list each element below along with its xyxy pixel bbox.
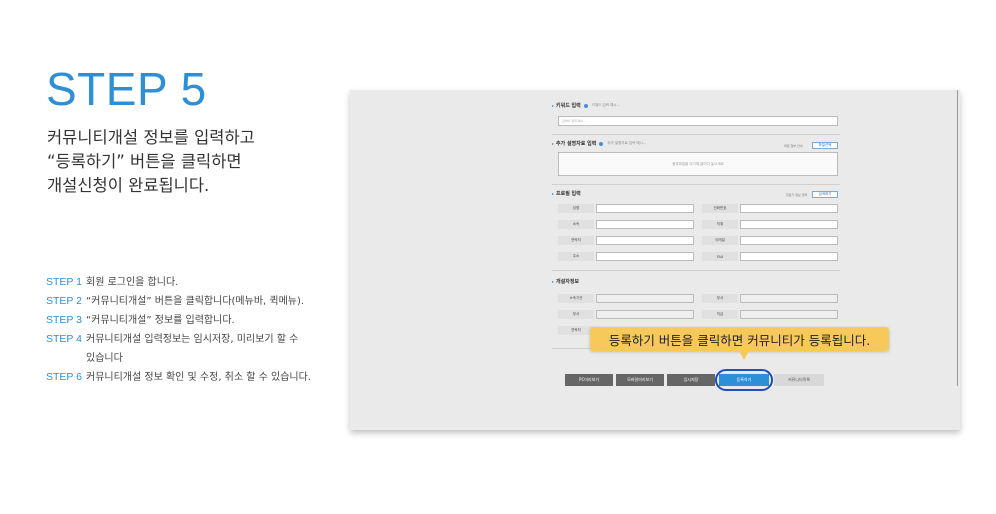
field-input[interactable]	[740, 220, 838, 229]
info-icon	[583, 103, 588, 108]
intro-line: 커뮤니티개설 정보를 입력하고	[47, 128, 255, 147]
field-input[interactable]	[596, 220, 694, 229]
field-label: 전화번호	[702, 204, 738, 213]
step-item: STEP 4 커뮤니티개설 입력정보는 임시저장, 미리보기 할 수	[46, 330, 346, 349]
step-title: STEP 5	[46, 63, 207, 115]
field-label: 소속기관	[558, 294, 594, 303]
step-item: STEP 1 회원 로그인을 합니다.	[46, 273, 346, 292]
highlight-ring	[715, 369, 773, 391]
panel-divider	[957, 90, 958, 386]
temp-save-button[interactable]: 임시저장	[667, 374, 715, 386]
file-drop-area[interactable]: 첨부파일을 여기에 끌어다 놓으세요	[558, 152, 838, 176]
file-select-button[interactable]: 파일선택	[812, 142, 838, 149]
step-label: STEP 4	[46, 333, 82, 345]
profile-section-header: ▸ 프로필 입력	[552, 190, 581, 197]
field-label: 직위	[702, 220, 738, 229]
step-text: 회원 로그인을 합니다.	[86, 277, 179, 288]
steps-list: STEP 1 회원 로그인을 합니다. STEP 2 “커뮤니티개설” 버튼을 클릭…	[46, 273, 346, 387]
bullet-icon: ▸	[552, 191, 555, 196]
divider	[552, 184, 840, 185]
field-label: 성명	[558, 204, 594, 213]
step-item: 있습니다	[46, 349, 346, 368]
step-text: “커뮤니티개설” 버튼을 클릭합니다(메뉴바, 퀵메뉴).	[86, 296, 305, 307]
section-title: 프로필 입력	[556, 191, 581, 197]
bullet-icon: ▸	[552, 141, 555, 146]
section-title: 개설자정보	[556, 279, 580, 285]
bullet-icon: ▸	[552, 279, 555, 284]
field-label: 직급	[702, 310, 738, 319]
callout-tail	[739, 351, 749, 360]
step-item: STEP 2 “커뮤니티개설” 버튼을 클릭합니다(메뉴바, 퀵메뉴).	[46, 292, 346, 311]
divider	[552, 134, 840, 135]
field-input[interactable]	[740, 252, 838, 261]
field-label: 이메일	[702, 236, 738, 245]
field-input[interactable]	[596, 252, 694, 261]
field-input[interactable]	[596, 294, 694, 303]
field-input[interactable]	[740, 294, 838, 303]
intro-line: 개설신청이 완료됩니다.	[47, 176, 210, 195]
keyword-section-header: ▸ 키워드 입력 키워드 입력 예시...	[552, 102, 620, 109]
mobile-preview-button[interactable]: 모바일미리보기	[616, 374, 664, 386]
profile-note: 전문가 정보 입력	[786, 193, 808, 197]
field-input[interactable]	[740, 310, 838, 319]
section-hint: 키워드 입력 예시...	[591, 103, 620, 107]
step-label: STEP 3	[46, 314, 82, 326]
field-input[interactable]	[740, 236, 838, 245]
field-input[interactable]	[596, 204, 694, 213]
field-label: 부서	[558, 310, 594, 319]
attachment-note: 파일 첨부 안내	[784, 144, 803, 148]
step-item: STEP 6 커뮤니티개설 정보 확인 및 수정, 취소 할 수 있습니다.	[46, 368, 346, 387]
field-label: 연락처	[558, 236, 594, 245]
step-label: STEP 6	[46, 371, 82, 383]
pc-preview-button[interactable]: PC미리보기	[565, 374, 613, 386]
step-text: “커뮤니티개설” 정보를 입력합니다.	[86, 315, 235, 326]
intro-line: “등록하기” 버튼을 클릭하면	[47, 152, 242, 171]
step-text: 커뮤니티개설 입력정보는 임시저장, 미리보기 할 수	[86, 334, 299, 345]
field-label: 부서	[702, 294, 738, 303]
step-label	[46, 349, 86, 368]
field-label: 주소	[558, 252, 594, 261]
keyword-input[interactable]: 검색어 입력 예시...	[558, 116, 838, 126]
section-hint: 추가 설명자료 입력 예시...	[607, 141, 647, 145]
callout-tooltip: 등록하기 버튼을 클릭하면 커뮤니티가 등록됩니다.	[590, 327, 889, 351]
community-list-button[interactable]: 커뮤니티목록	[774, 374, 824, 386]
field-label: 소속	[558, 220, 594, 229]
section-title: 추가 설명자료 입력	[556, 141, 597, 147]
step-text: 있습니다	[86, 353, 123, 364]
profile-search-button[interactable]: 검색하기	[812, 191, 838, 198]
info-icon	[599, 141, 604, 146]
step-label: STEP 1	[46, 276, 82, 288]
section-title: 키워드 입력	[556, 103, 581, 109]
divider	[552, 270, 840, 271]
intro-text: 커뮤니티개설 정보를 입력하고 “등록하기” 버튼을 클릭하면 개설신청이 완료…	[47, 126, 337, 198]
field-label: FAX	[702, 252, 738, 261]
field-input[interactable]	[740, 204, 838, 213]
step-text: 커뮤니티개설 정보 확인 및 수정, 취소 할 수 있습니다.	[86, 372, 311, 383]
field-input[interactable]	[596, 310, 694, 319]
operator-section-header: ▸ 개설자정보	[552, 278, 579, 285]
bullet-icon: ▸	[552, 103, 555, 108]
step-item: STEP 3 “커뮤니티개설” 정보를 입력합니다.	[46, 311, 346, 330]
screenshot-panel: ▸ 키워드 입력 키워드 입력 예시... 검색어 입력 예시... ▸ 추가 …	[350, 90, 960, 430]
field-label: 연락처	[558, 326, 594, 335]
attachment-section-header: ▸ 추가 설명자료 입력 추가 설명자료 입력 예시...	[552, 140, 646, 147]
field-input[interactable]	[596, 236, 694, 245]
step-label: STEP 2	[46, 295, 82, 307]
